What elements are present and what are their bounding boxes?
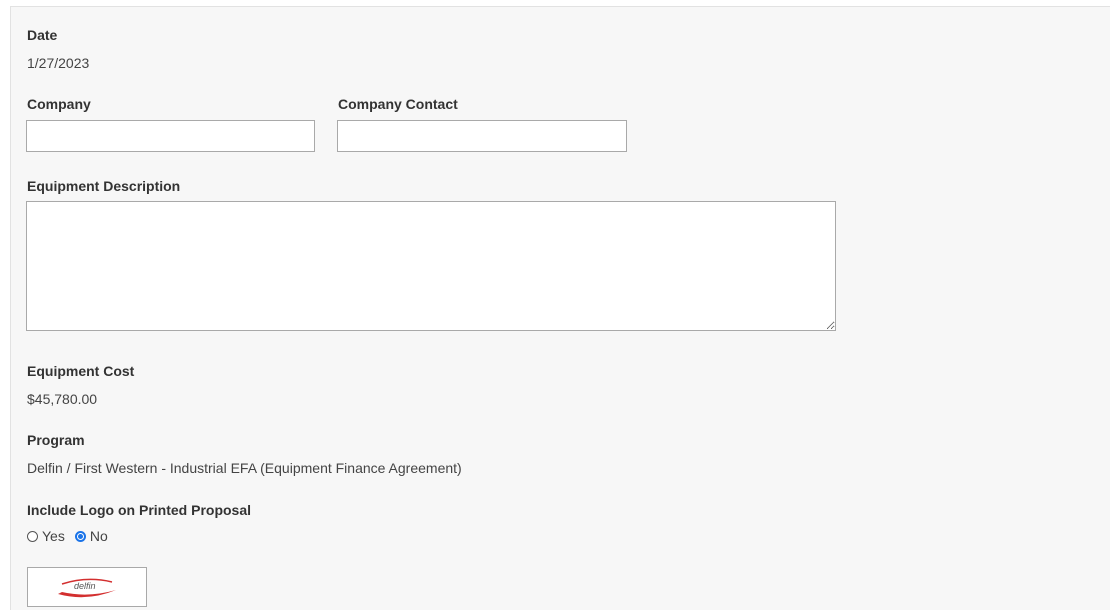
include-logo-label: Include Logo on Printed Proposal [27,502,252,518]
equipment-description-textarea[interactable] [26,201,836,331]
no-radio[interactable] [74,530,86,542]
yes-radio-label[interactable]: Yes [42,528,65,544]
form-panel: Date 1/27/2023 Company Company Contact E… [10,6,1110,610]
include-logo-radio-group: Yes No [27,528,108,544]
company-input[interactable] [26,120,315,152]
company-label: Company [27,96,91,112]
company-contact-label: Company Contact [338,96,458,112]
logo-text: delfin [74,581,96,591]
equipment-description-label: Equipment Description [27,178,181,194]
equipment-cost-value: $45,780.00 [27,391,98,407]
date-value: 1/27/2023 [27,55,90,71]
delfin-logo: delfin [58,578,116,598]
date-label: Date [27,27,58,43]
no-radio-label[interactable]: No [90,528,108,544]
company-contact-input[interactable] [337,120,627,152]
program-value: Delfin / First Western - Industrial EFA … [27,460,462,476]
logo-preview[interactable]: delfin [27,567,147,607]
yes-radio[interactable] [27,530,38,542]
program-label: Program [27,432,85,448]
equipment-cost-label: Equipment Cost [27,363,135,379]
